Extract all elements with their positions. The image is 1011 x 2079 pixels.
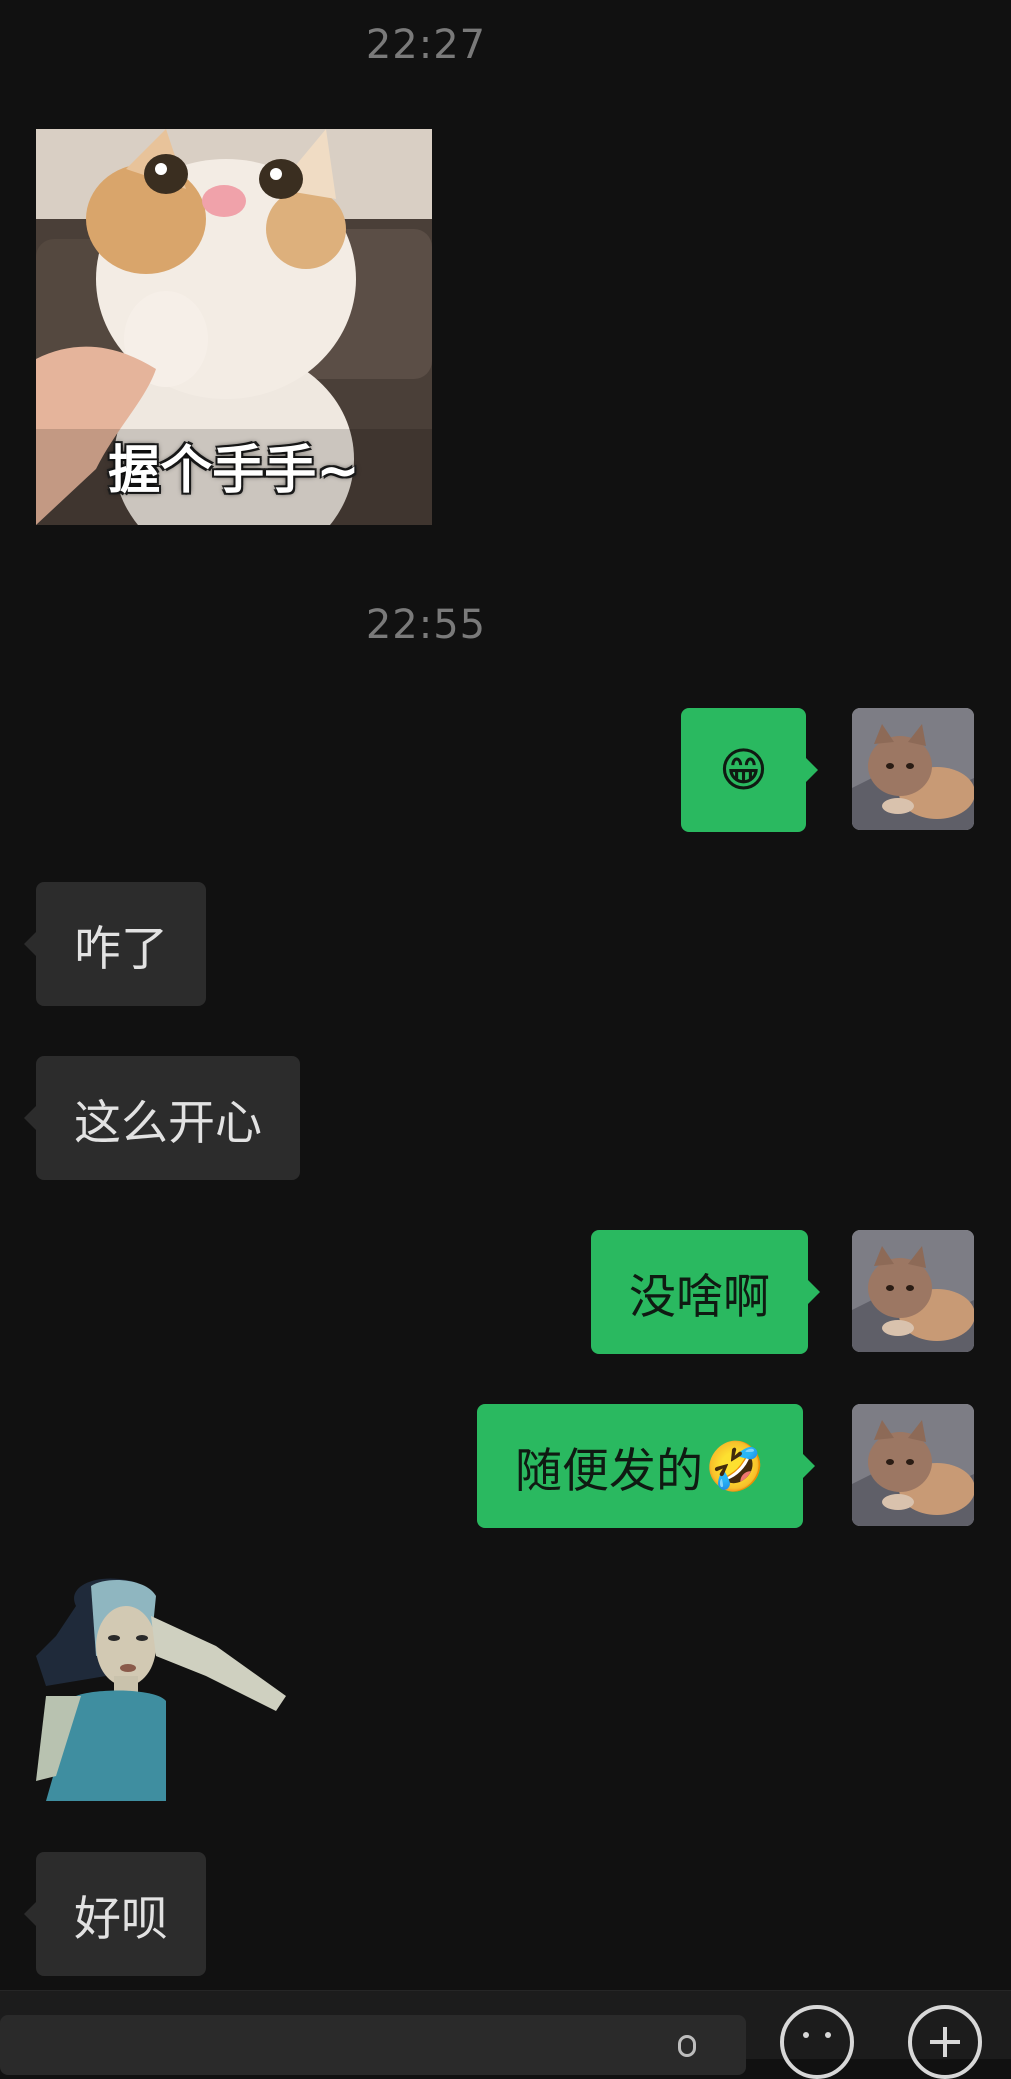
message-text: 好呗 xyxy=(74,1891,168,1947)
avatar[interactable] xyxy=(852,708,974,830)
avatar[interactable] xyxy=(852,1404,974,1526)
microphone-icon[interactable] xyxy=(678,2035,696,2057)
message-text: 这么开心 xyxy=(74,1095,262,1151)
cat-avatar-image xyxy=(852,1230,974,1352)
outgoing-message[interactable]: 随便发的 🤣 xyxy=(477,1404,815,1528)
incoming-message[interactable]: 咋了 xyxy=(24,882,206,1006)
cat-handshake-sticker[interactable]: 握个手手~ xyxy=(36,129,432,525)
girl-pose-sticker[interactable] xyxy=(36,1576,286,1801)
message-text: 没啥啊 xyxy=(629,1269,770,1325)
avatar[interactable] xyxy=(852,1230,974,1352)
sticker-caption: 握个手手~ xyxy=(108,441,360,501)
message-input[interactable] xyxy=(0,2015,746,2075)
timestamp: 22:55 xyxy=(365,602,487,648)
girl-illustration xyxy=(36,1578,286,1801)
chat-input-bar xyxy=(0,1990,1011,2079)
outgoing-message[interactable]: 没啥啊 xyxy=(591,1230,820,1354)
message-text: 咋了 xyxy=(74,921,168,977)
plus-icon[interactable] xyxy=(908,2005,982,2079)
smiley-icon[interactable] xyxy=(780,2005,854,2079)
message-text: 随便发的 xyxy=(515,1443,703,1499)
cat-avatar-image xyxy=(852,1404,974,1526)
message-text: 😁 xyxy=(719,742,768,798)
outgoing-message[interactable]: 😁 xyxy=(681,708,818,832)
incoming-message[interactable]: 这么开心 xyxy=(24,1056,300,1180)
incoming-message[interactable]: 好呗 xyxy=(24,1852,206,1976)
timestamp: 22:27 xyxy=(365,22,487,68)
cat-avatar-image xyxy=(852,708,974,830)
rolling-laughing-emoji: 🤣 xyxy=(705,1438,765,1495)
